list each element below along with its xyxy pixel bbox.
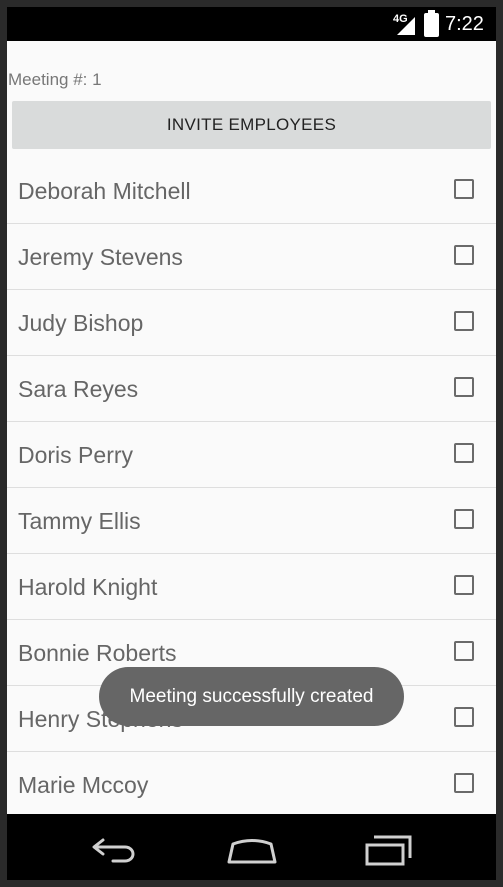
signal-icon bbox=[397, 17, 415, 35]
employee-name: Bonnie Roberts bbox=[18, 640, 177, 666]
list-item[interactable]: Doris Perry bbox=[7, 422, 496, 488]
back-icon[interactable] bbox=[91, 836, 141, 864]
employee-checkbox[interactable] bbox=[454, 773, 474, 793]
phone-screen: 4G 7:22 Meeting #: 1 INVITE EMPLOYEES De… bbox=[7, 7, 496, 880]
list-item[interactable]: Marie Mccoy bbox=[7, 752, 496, 818]
employee-checkbox[interactable] bbox=[454, 707, 474, 727]
employee-checkbox[interactable] bbox=[454, 377, 474, 397]
meeting-number-label: Meeting #: 1 bbox=[8, 70, 102, 89]
list-item[interactable]: Deborah Mitchell bbox=[7, 158, 496, 224]
employee-checkbox[interactable] bbox=[454, 641, 474, 661]
toast-message: Meeting successfully created bbox=[99, 667, 404, 726]
navigation-bar bbox=[7, 814, 496, 880]
employee-name: Harold Knight bbox=[18, 574, 158, 600]
employee-checkbox[interactable] bbox=[454, 179, 474, 199]
invite-employees-button[interactable]: INVITE EMPLOYEES bbox=[12, 101, 491, 149]
employee-checkbox[interactable] bbox=[454, 509, 474, 529]
list-item[interactable]: Judy Bishop bbox=[7, 290, 496, 356]
recent-apps-icon[interactable] bbox=[364, 834, 414, 868]
battery-icon bbox=[424, 10, 439, 37]
employee-name: Deborah Mitchell bbox=[18, 178, 191, 204]
list-item[interactable]: Jeremy Stevens bbox=[7, 224, 496, 290]
employee-name: Doris Perry bbox=[18, 442, 134, 468]
employee-name: Jeremy Stevens bbox=[18, 244, 183, 270]
home-icon[interactable] bbox=[226, 838, 278, 866]
status-bar: 4G 7:22 bbox=[7, 7, 496, 41]
employee-name: Tammy Ellis bbox=[18, 508, 141, 534]
employee-name: Marie Mccoy bbox=[18, 772, 149, 798]
employee-checkbox[interactable] bbox=[454, 575, 474, 595]
clock: 7:22 bbox=[445, 13, 484, 35]
list-item[interactable]: Tammy Ellis bbox=[7, 488, 496, 554]
employee-name: Sara Reyes bbox=[18, 376, 139, 402]
list-item[interactable]: Harold Knight bbox=[7, 554, 496, 620]
employee-checkbox[interactable] bbox=[454, 245, 474, 265]
employee-checkbox[interactable] bbox=[454, 443, 474, 463]
employee-name: Judy Bishop bbox=[18, 310, 144, 336]
list-item[interactable]: Sara Reyes bbox=[7, 356, 496, 422]
employee-checkbox[interactable] bbox=[454, 311, 474, 331]
